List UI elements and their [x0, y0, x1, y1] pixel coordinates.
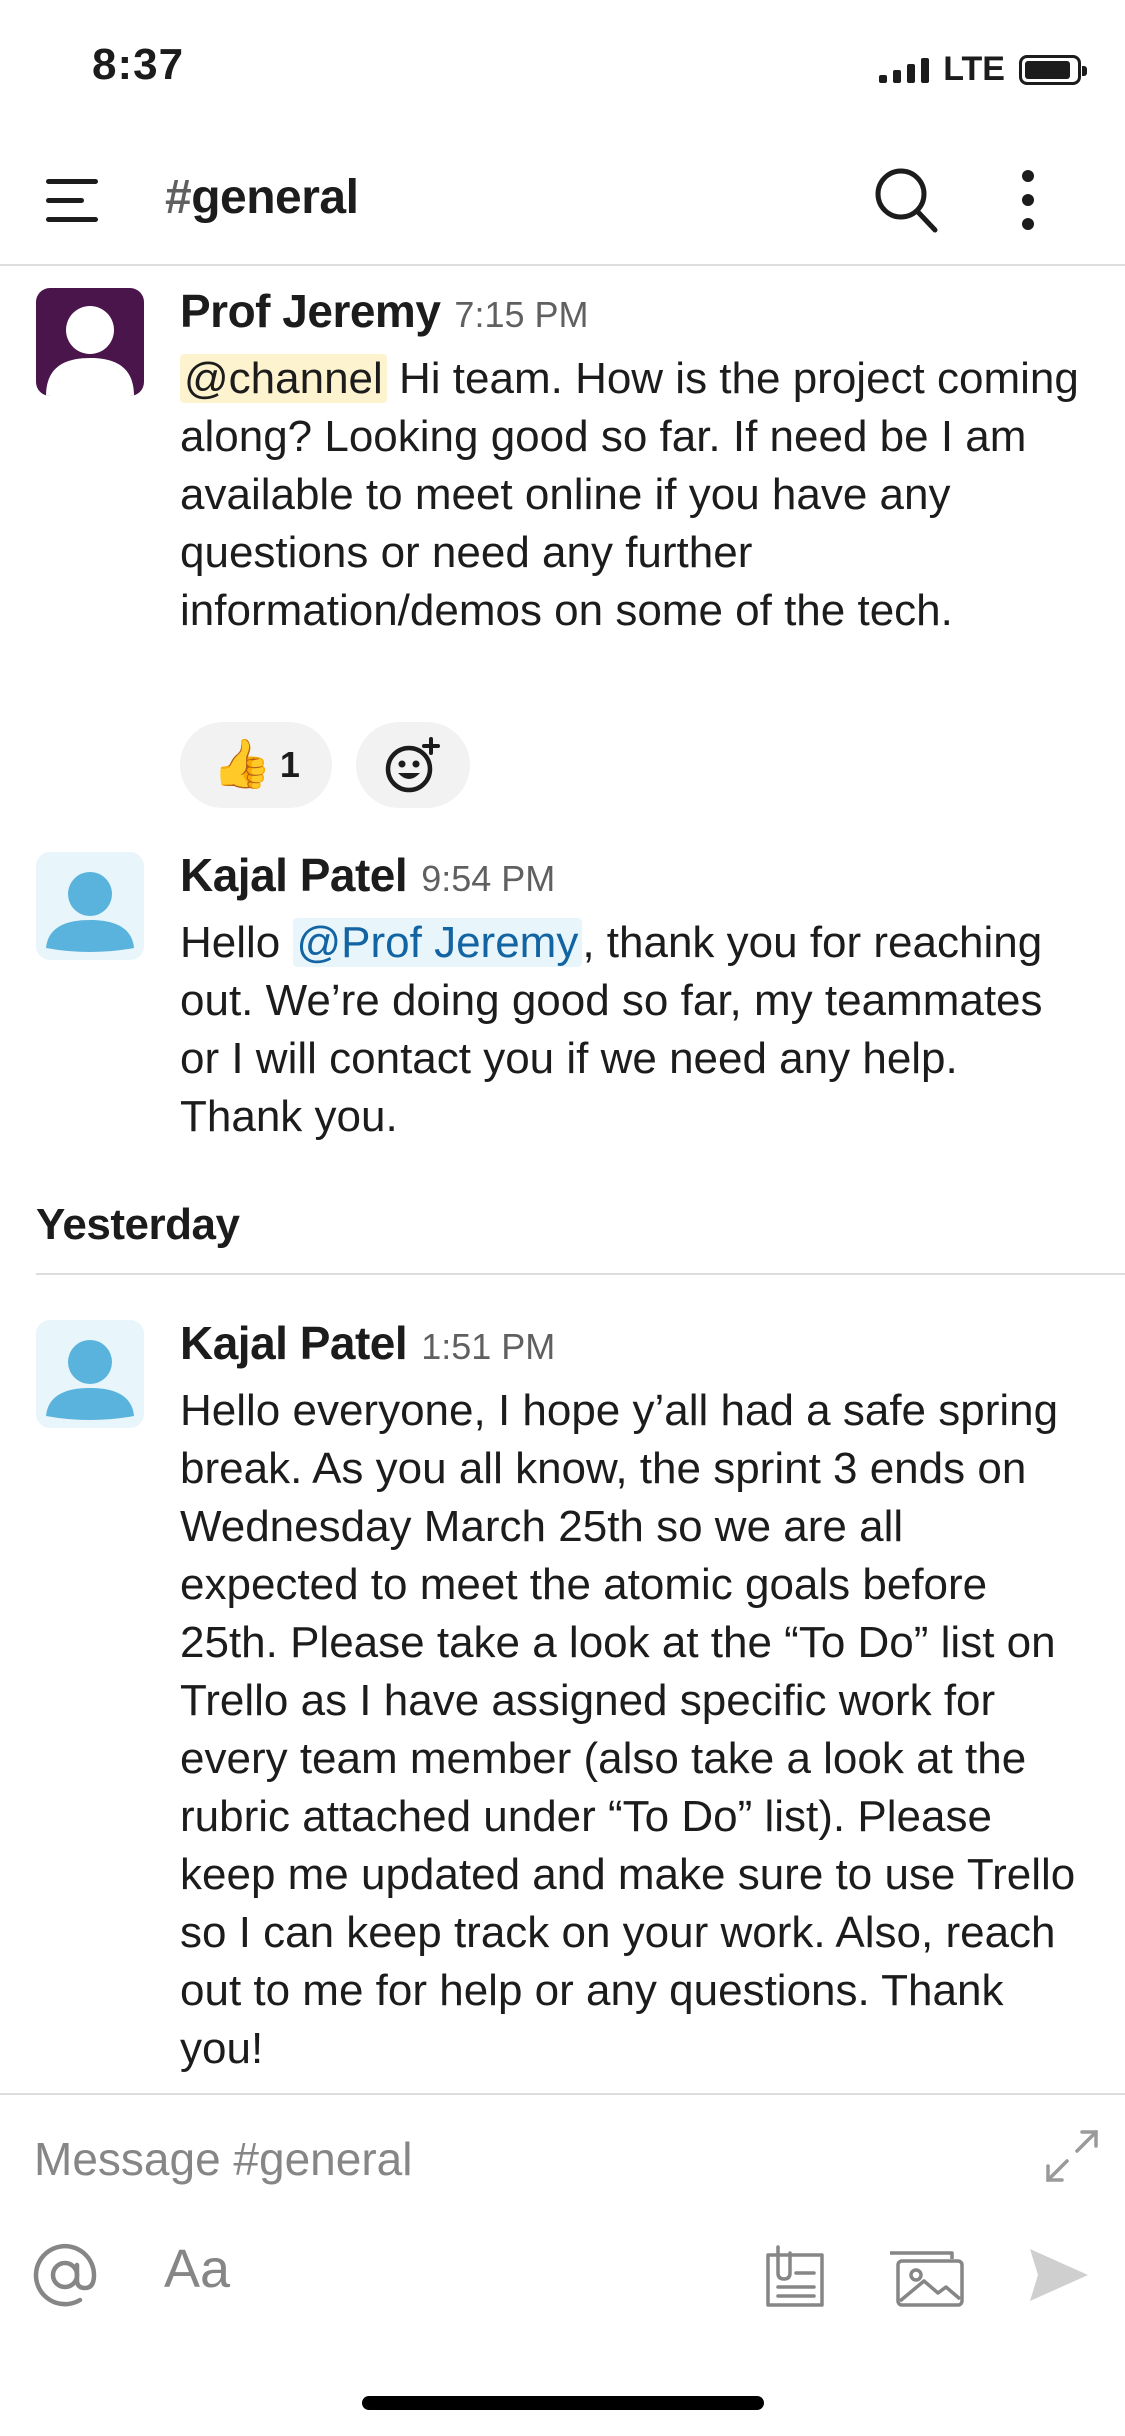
mention-icon[interactable] [30, 2240, 100, 2310]
format-button[interactable]: Aa [164, 2238, 230, 2300]
photo-icon[interactable] [886, 2243, 966, 2309]
channel-hash: # [165, 171, 192, 224]
channel-mention[interactable]: @channel [180, 354, 387, 403]
menu-icon[interactable] [44, 176, 100, 226]
more-icon[interactable] [1000, 168, 1056, 232]
composer-divider [0, 2093, 1125, 2095]
message-body: Hello [180, 918, 293, 967]
avatar-prof-jeremy[interactable] [36, 288, 144, 396]
sender-name[interactable]: Kajal Patel [180, 1316, 408, 1370]
expand-icon[interactable] [1044, 2128, 1100, 2184]
network-label: LTE [943, 50, 1005, 88]
message-time: 1:51 PM [421, 1326, 556, 1367]
message-text: Hello everyone, I hope y’all had a safe … [180, 1386, 1076, 2073]
avatar-kajal-patel[interactable] [36, 1320, 144, 1428]
status-indicators: LTE [879, 50, 1087, 89]
emoji-add-icon [385, 737, 440, 793]
sender-name[interactable]: Kajal Patel [180, 848, 408, 902]
message-text: @channel Hi team. How is the project com… [180, 350, 1090, 640]
search-icon[interactable] [873, 164, 939, 234]
status-time: 8:37 [92, 40, 185, 89]
channel-title[interactable]: #general [165, 170, 359, 225]
shortcut-icon[interactable] [764, 2243, 826, 2309]
message-header: Prof Jeremy 7:15 PM [180, 284, 589, 338]
message-header: Kajal Patel 1:51 PM [180, 1316, 555, 1370]
message-text: Hello @Prof Jeremy, thank you for reachi… [180, 914, 1090, 1146]
channel-name: general [191, 171, 359, 224]
date-divider: Yesterday [36, 1200, 240, 1249]
reaction-emoji: 👍 [212, 738, 272, 791]
user-mention[interactable]: @Prof Jeremy [292, 918, 583, 967]
reaction-count: 1 [279, 744, 300, 785]
message-input[interactable] [34, 2124, 994, 2194]
avatar-kajal-patel[interactable] [36, 852, 144, 960]
send-icon[interactable] [1026, 2245, 1092, 2305]
add-reaction-button[interactable] [356, 722, 470, 808]
message-time: 7:15 PM [454, 294, 589, 335]
reaction-thumbs-up[interactable]: 👍 1 [180, 722, 332, 808]
signal-icon [879, 57, 930, 83]
sender-name[interactable]: Prof Jeremy [180, 284, 441, 338]
message-header: Kajal Patel 9:54 PM [180, 848, 555, 902]
message-time: 9:54 PM [421, 858, 556, 899]
divider-line [36, 1273, 1125, 1275]
home-indicator [362, 2396, 764, 2410]
channel-header: #general [0, 140, 1125, 266]
battery-icon [1019, 54, 1087, 85]
